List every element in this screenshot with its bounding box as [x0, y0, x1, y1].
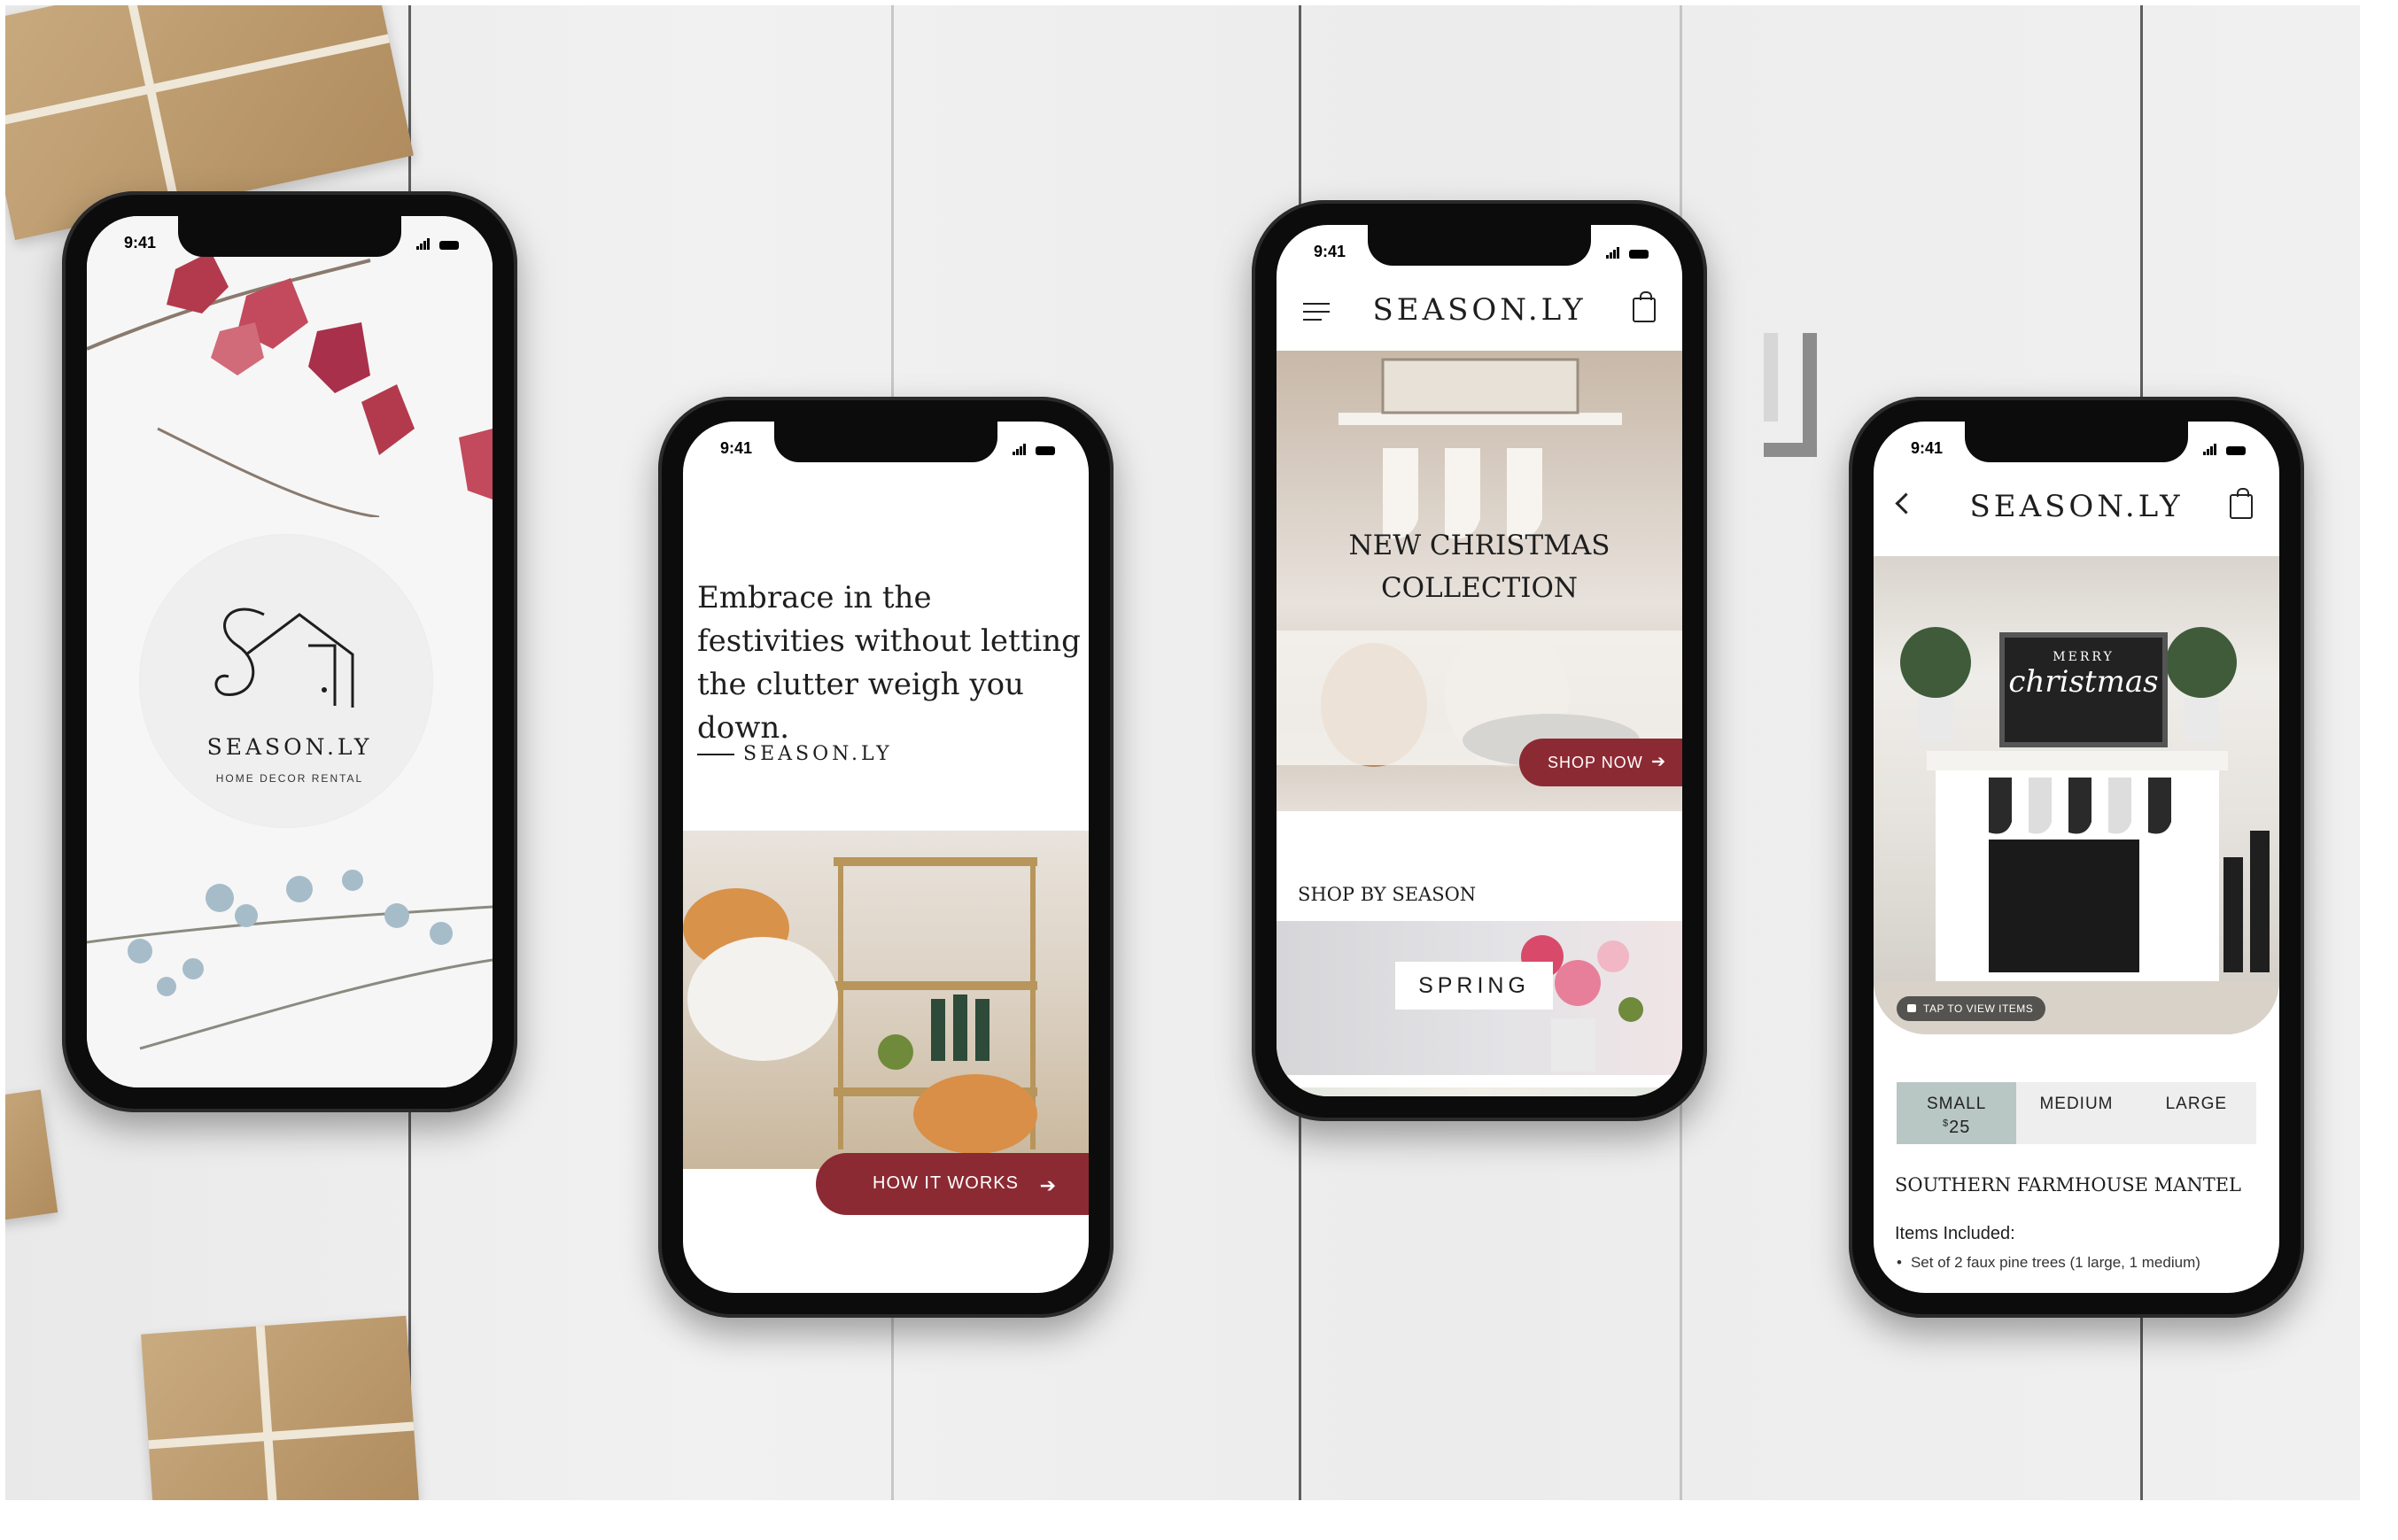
- battery-icon: [439, 241, 459, 251]
- red-branch-illustration: [87, 252, 493, 517]
- phone-onboarding: Embrace in the festivities without letti…: [658, 397, 1114, 1318]
- onboarding-screen: Embrace in the festivities without letti…: [683, 422, 1089, 1293]
- size-selector: SMALL $25 MEDIUM LARGE: [1897, 1082, 2256, 1144]
- phone-product: SEASON.LY MERRY christmas TAP TO VIEW IT…: [1849, 397, 2304, 1318]
- spring-label: SPRING: [1395, 962, 1553, 1010]
- status-icons: [1012, 441, 1055, 460]
- status-time: 9:41: [720, 439, 753, 457]
- status-bar: 9:41: [1874, 434, 2279, 460]
- phone-home: SEASON.LY NEW CHRISTMAS COLLECTION SHOP …: [1252, 200, 1707, 1121]
- shopping-bag-icon[interactable]: [1633, 291, 1656, 322]
- size-option-medium[interactable]: MEDIUM: [2016, 1082, 2136, 1144]
- battery-icon: [1036, 446, 1055, 456]
- battery-icon: [2226, 446, 2246, 456]
- status-icons: [1605, 244, 1649, 263]
- tap-hint-text: TAP TO VIEW ITEMS: [1923, 1002, 2034, 1015]
- gift-box: [141, 1315, 419, 1500]
- size-option-large[interactable]: LARGE: [2137, 1082, 2256, 1144]
- gift-ribbon: [255, 1325, 278, 1500]
- status-time: 9:41: [1911, 439, 1944, 457]
- home-screen: SEASON.LY NEW CHRISTMAS COLLECTION SHOP …: [1277, 225, 1682, 1096]
- signal-icon: [1012, 441, 1026, 460]
- arrow-right-icon: ➔: [1651, 753, 1666, 771]
- shop-now-label: SHOP NOW: [1548, 754, 1643, 771]
- splash-screen: SEASON.LY HOME DECOR RENTAL 9:41: [87, 216, 493, 1087]
- hero-title: NEW CHRISTMAS COLLECTION: [1348, 530, 1610, 604]
- list-item: Set of 2 faux pine trees (1 large, 1 med…: [1897, 1254, 2200, 1272]
- bar-cart-illustration: [683, 857, 1037, 1154]
- product-title: SOUTHERN FARMHOUSE MANTEL: [1895, 1174, 2241, 1196]
- items-included-heading: Items Included:: [1895, 1224, 2015, 1243]
- signal-icon: [2202, 441, 2216, 460]
- status-time: 9:41: [1314, 243, 1346, 260]
- onboarding-photo: [683, 831, 1089, 1169]
- status-bar: 9:41: [683, 434, 1089, 460]
- brand-name: SEASON.LY: [206, 734, 373, 760]
- signal-icon: [415, 236, 430, 254]
- bracket-bar: [1764, 443, 1817, 457]
- shop-now-button[interactable]: SHOP NOW ➔: [1519, 739, 1682, 786]
- status-icons: [2202, 441, 2246, 460]
- size-label: MEDIUM: [2039, 1095, 2114, 1113]
- app-title: SEASON.LY: [1969, 489, 2184, 524]
- battery-icon: [1629, 250, 1649, 259]
- sign-line-1: MERRY: [2053, 650, 2115, 664]
- status-icons: [415, 236, 459, 254]
- shopping-bag-icon[interactable]: [2230, 488, 2253, 519]
- app-header: SEASON.LY: [1277, 280, 1682, 344]
- decorative-bracket: [1764, 333, 1817, 457]
- product-screen: SEASON.LY MERRY christmas TAP TO VIEW IT…: [1874, 422, 2279, 1293]
- mantel-illustration: [1874, 627, 2279, 1034]
- sign-line-2: christmas: [2008, 664, 2159, 700]
- shop-by-season-title: SHOP BY SEASON: [1298, 884, 1477, 905]
- app-header: SEASON.LY: [1874, 476, 2279, 540]
- signature-text: SEASON.LY: [743, 743, 893, 765]
- brand-tagline: HOME DECOR RENTAL: [215, 772, 364, 785]
- signal-icon: [1605, 244, 1619, 263]
- gift-box: [5, 1089, 58, 1224]
- size-label: LARGE: [2165, 1095, 2228, 1113]
- season-tile-next[interactable]: [1277, 1087, 1682, 1096]
- quote-signature: SEASON.LY: [697, 743, 893, 765]
- tap-to-view-items-badge[interactable]: TAP TO VIEW ITEMS: [1897, 996, 2046, 1021]
- gift-ribbon: [125, 5, 180, 207]
- product-image[interactable]: MERRY christmas TAP TO VIEW ITEMS: [1874, 556, 2279, 1034]
- arrow-right-icon: ➔: [1039, 1174, 1057, 1196]
- size-price: $25: [1942, 1118, 1971, 1137]
- how-it-works-button[interactable]: HOW IT WORKS ➔: [816, 1153, 1089, 1215]
- gift-ribbon: [5, 34, 390, 128]
- signature-dash: [697, 754, 734, 755]
- lock-icon: [1907, 1004, 1916, 1012]
- bracket-bar: [1764, 333, 1778, 422]
- bracket-bar: [1803, 333, 1817, 457]
- status-bar: 9:41: [87, 228, 493, 255]
- phone-splash: SEASON.LY HOME DECOR RENTAL 9:41: [62, 191, 517, 1112]
- merry-christmas-sign: MERRY christmas: [1999, 632, 2168, 747]
- size-option-small[interactable]: SMALL $25: [1897, 1082, 2017, 1144]
- blue-blossom-illustration: [87, 870, 493, 1050]
- season-ly-logo: [214, 607, 354, 708]
- status-time: 9:41: [124, 234, 157, 252]
- how-it-works-label: HOW IT WORKS: [873, 1173, 1019, 1193]
- status-bar: 9:41: [1277, 237, 1682, 264]
- size-label: SMALL: [1927, 1095, 1987, 1113]
- gift-ribbon: [148, 1421, 415, 1450]
- onboarding-quote: Embrace in the festivities without letti…: [697, 580, 1081, 746]
- app-title: SEASON.LY: [1372, 292, 1587, 328]
